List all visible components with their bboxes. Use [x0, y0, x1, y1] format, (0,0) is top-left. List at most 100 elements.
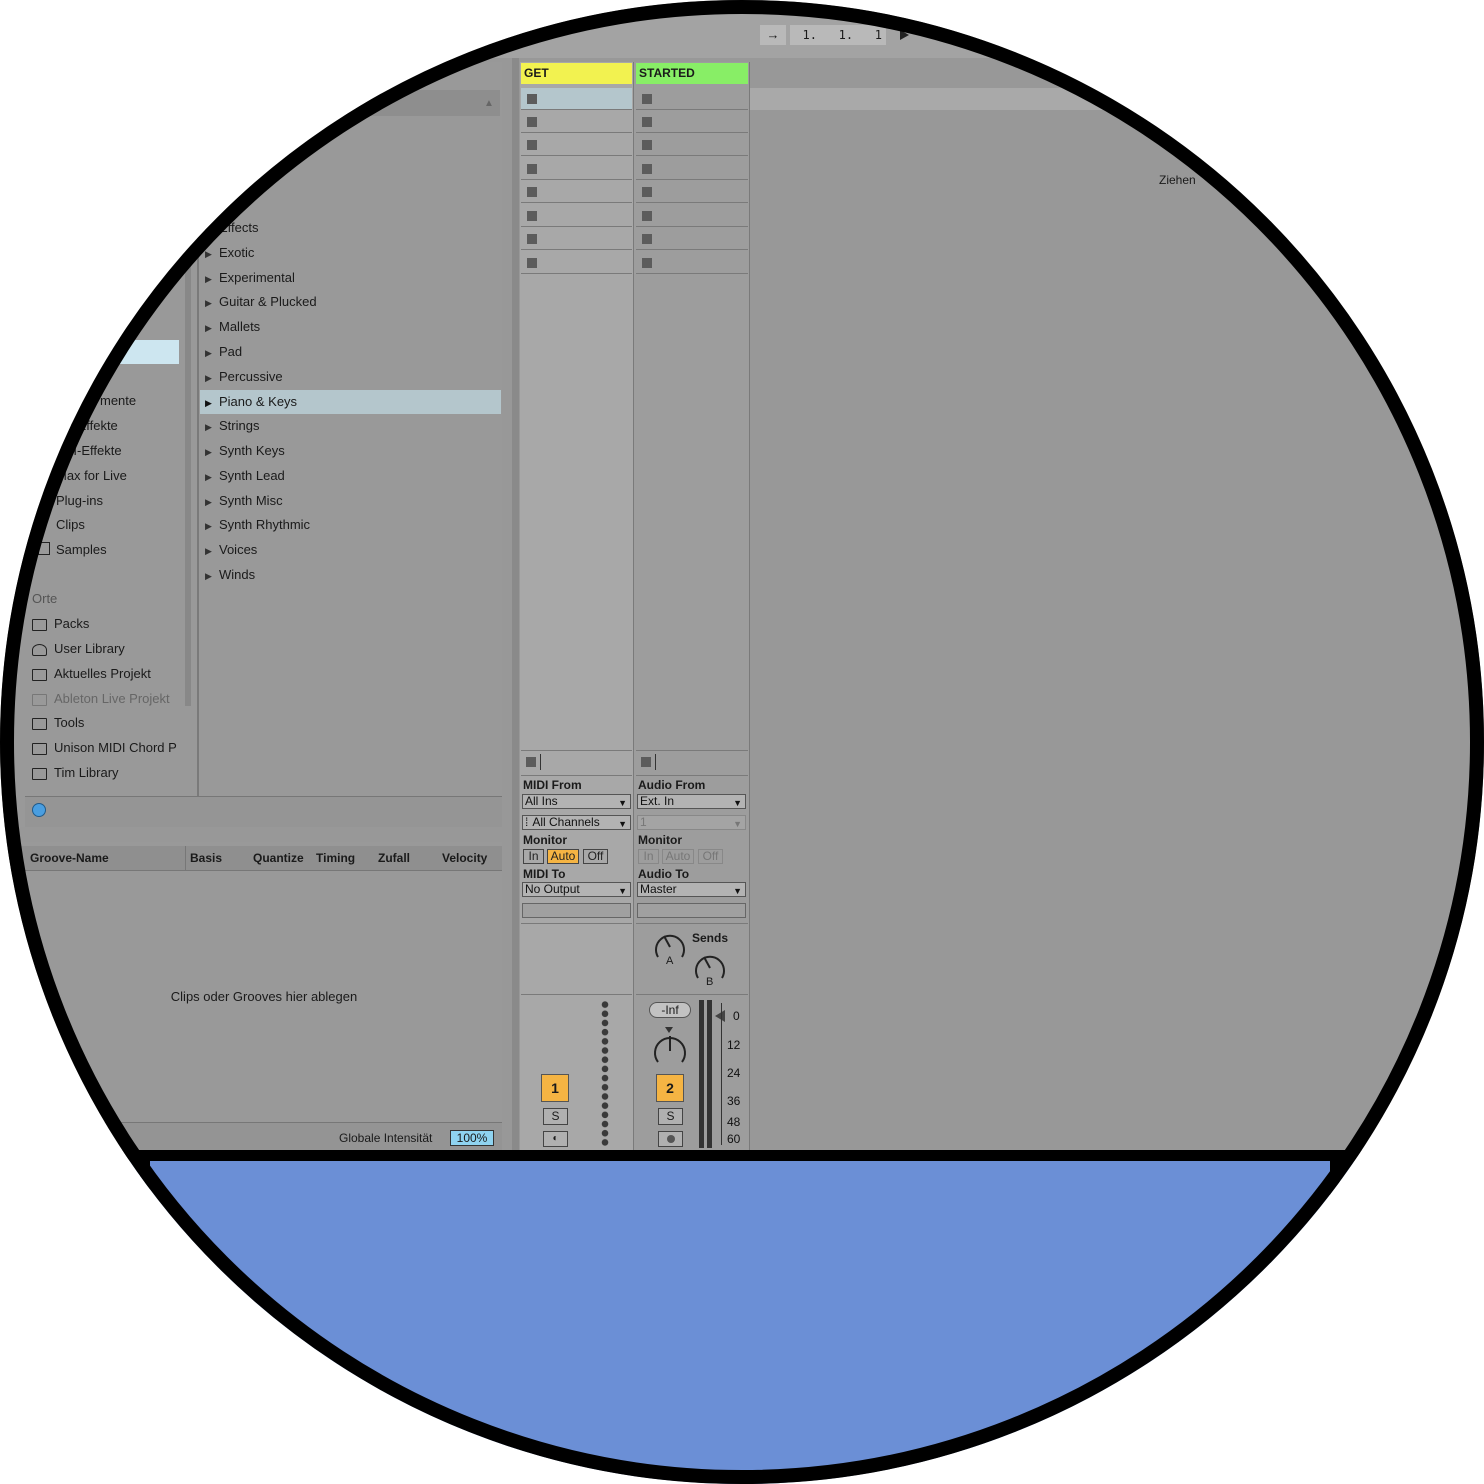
track-1-activator[interactable]: 1	[541, 1074, 569, 1102]
stop-clip-icon[interactable]	[641, 757, 651, 767]
clip-slot[interactable]	[521, 228, 632, 250]
monitor-auto-button[interactable]: Auto	[662, 849, 694, 864]
category-item[interactable]: ▶ Synth Misc	[205, 490, 283, 512]
arrow-in-icon[interactable]: →	[760, 25, 786, 45]
track-2-output-channel[interactable]	[637, 903, 746, 918]
track-2-output-select[interactable]: Master ▼	[637, 882, 746, 897]
place-item-current-project[interactable]: Aktuelles Projekt	[32, 663, 151, 685]
clip-slot[interactable]	[636, 181, 748, 203]
monitor-in-button[interactable]: In	[523, 849, 544, 864]
place-item-packs[interactable]: Packs	[32, 613, 89, 635]
sidebar-item-midi-effects[interactable]: DI-Effekte	[64, 440, 122, 462]
category-item-selected[interactable]: ▶ Piano & Keys	[205, 391, 297, 413]
clip-slot[interactable]	[636, 158, 748, 180]
track-2-volume-display[interactable]: -Inf	[649, 1002, 691, 1018]
track-1-monitor-label: Monitor	[523, 833, 567, 847]
clip-slot[interactable]	[521, 205, 632, 227]
folder-icon	[32, 742, 47, 755]
monitor-off-button[interactable]: Off	[698, 849, 723, 864]
stop-button-icon	[642, 164, 652, 174]
category-item[interactable]: ▶ Synth Lead	[205, 465, 285, 487]
stop-clip-icon[interactable]	[526, 757, 536, 767]
clip-slot[interactable]	[636, 205, 748, 227]
scene-row-highlight	[750, 88, 1484, 110]
clip-slot[interactable]	[636, 134, 748, 156]
track-1-title[interactable]: GET	[521, 63, 632, 84]
sidebar-selected-item[interactable]	[0, 340, 179, 364]
sidebar-item-clips[interactable]: Clips	[56, 514, 85, 536]
dropdown-arrow-icon: ▼	[618, 798, 627, 808]
sidebar-scrollbar[interactable]	[185, 116, 191, 706]
expand-triangle-icon: ▶	[205, 571, 212, 581]
category-item[interactable]: ▶ Winds	[205, 564, 255, 586]
category-item[interactable]: ▶ Guitar & Plucked	[205, 291, 317, 313]
category-item[interactable]: ▶ Synth Rhythmic	[205, 514, 310, 536]
clip-slot[interactable]	[636, 111, 748, 133]
sidebar-item-audio-effects[interactable]: o-Effekte	[66, 415, 118, 437]
scroll-up-icon[interactable]: ▲	[484, 98, 494, 109]
clip-slot[interactable]	[521, 111, 632, 133]
clip-slot[interactable]	[521, 158, 632, 180]
sidebar-item-samples[interactable]: Samples	[56, 539, 107, 561]
monitor-in-button[interactable]: In	[638, 849, 659, 864]
groove-column-quantize[interactable]: Quantize	[253, 851, 304, 865]
clip-slot[interactable]	[636, 252, 748, 274]
global-intensity-value[interactable]: 100%	[450, 1130, 494, 1146]
place-item-tim-library[interactable]: Tim Library	[32, 762, 119, 784]
track-1-input-select[interactable]: All Ins ▼	[522, 794, 631, 809]
place-item-tools[interactable]: Tools	[32, 712, 84, 734]
sidebar-item-max-for-live[interactable]: Max for Live	[56, 465, 127, 487]
arm-icon[interactable]: ◐	[543, 1131, 568, 1147]
track-2-activator[interactable]: 2	[656, 1074, 684, 1102]
monitor-auto-button[interactable]: Auto	[547, 849, 579, 864]
category-item[interactable]: ▶ Synth Keys	[205, 440, 285, 462]
category-item[interactable]: ▶ Voices	[205, 539, 257, 561]
detail-view-panel[interactable]	[0, 1161, 1484, 1484]
place-item-user-library[interactable]: User Library	[32, 638, 125, 660]
track-2-channel-select[interactable]: 1 ▼	[637, 815, 746, 830]
track-2-solo[interactable]: S	[658, 1108, 683, 1125]
groove-column-timing[interactable]: Timing	[316, 851, 355, 865]
play-icon[interactable]	[900, 30, 909, 40]
divider-bar	[0, 1150, 1484, 1161]
category-item[interactable]: ▶ Effects	[205, 217, 259, 239]
groove-column-name[interactable]: Groove-Name	[30, 851, 109, 865]
monitor-off-button[interactable]: Off	[583, 849, 608, 864]
category-label: Voices	[219, 542, 258, 557]
pan-knob[interactable]	[650, 1030, 690, 1070]
sidebar-item-plugins[interactable]: Plug-ins	[56, 490, 103, 512]
hotswap-icon[interactable]	[32, 803, 46, 817]
track-1-solo[interactable]: S	[543, 1108, 568, 1125]
category-item[interactable]: ▶ Mallets	[205, 316, 260, 338]
category-item[interactable]: ▶ Pad	[205, 341, 242, 363]
divider	[636, 923, 748, 924]
track-2-arm[interactable]	[658, 1131, 683, 1147]
track-2-title[interactable]: STARTED	[636, 63, 748, 84]
volume-fader-icon[interactable]	[715, 1010, 725, 1022]
category-item[interactable]: ▶ Exotic	[205, 242, 254, 264]
groove-column-velocity[interactable]: Velocity	[442, 851, 487, 865]
track-1-channel-select[interactable]: ⁞ All Channels ▼	[522, 815, 631, 830]
track-1-output-channel[interactable]	[522, 903, 631, 918]
clip-slot[interactable]	[521, 134, 632, 156]
track-2-input-select[interactable]: Ext. In ▼	[637, 794, 746, 809]
place-item-unison[interactable]: Unison MIDI Chord P	[32, 737, 177, 759]
track-1-stop-row	[521, 750, 632, 776]
groove-column-random[interactable]: Zufall	[378, 851, 410, 865]
category-item[interactable]: ▶ Strings	[205, 415, 259, 437]
clip-slot[interactable]	[636, 228, 748, 250]
category-item[interactable]: ▶ Percussive	[205, 366, 283, 388]
clip-slot[interactable]	[636, 88, 748, 110]
place-item-ableton-project[interactable]: Ableton Live Projekt	[32, 688, 170, 710]
sends-label: Sends	[692, 931, 729, 945]
arrangement-position[interactable]: 1. 1. 1	[790, 25, 886, 45]
clip-slot[interactable]	[521, 181, 632, 203]
sidebar-item-instruments[interactable]: mente	[100, 390, 136, 412]
category-item[interactable]: ▶ Experimental	[205, 267, 295, 289]
clip-slot[interactable]	[521, 252, 632, 274]
session-drop-area[interactable]	[750, 62, 1484, 1150]
track-1-output-select[interactable]: No Output ▼	[522, 882, 631, 897]
clip-slot[interactable]	[521, 88, 632, 110]
stop-button-icon	[527, 164, 537, 174]
groove-column-basis[interactable]: Basis	[190, 851, 222, 865]
